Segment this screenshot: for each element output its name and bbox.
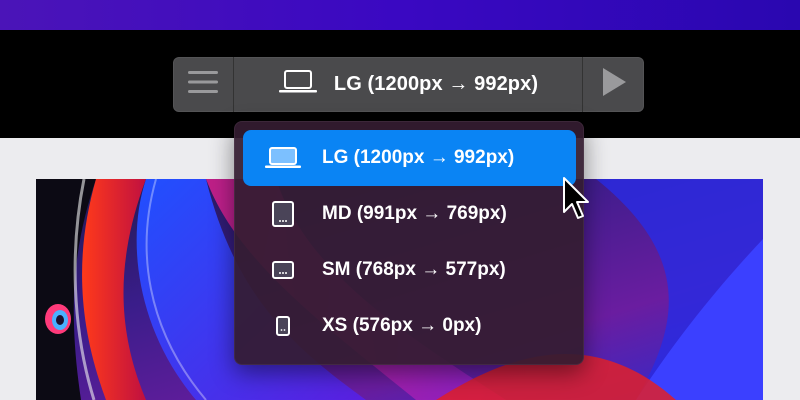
menu-button[interactable] bbox=[173, 57, 234, 112]
tablet-landscape-icon bbox=[243, 242, 323, 298]
dropdown-item-md[interactable]: MD (991px → 769px) bbox=[243, 186, 576, 242]
dropdown-item-xs[interactable]: XS (576px → 0px) bbox=[243, 298, 576, 354]
phone-icon bbox=[243, 298, 323, 354]
laptop-icon bbox=[243, 130, 323, 186]
dropdown-item-label: MD (991px → 769px) bbox=[322, 203, 507, 224]
dropdown-item-sm[interactable]: SM (768px → 577px) bbox=[243, 242, 576, 298]
tablet-portrait-icon bbox=[243, 186, 323, 242]
play-icon bbox=[601, 67, 627, 102]
laptop-icon bbox=[278, 69, 318, 100]
play-button[interactable] bbox=[583, 57, 644, 112]
responsive-toolbar: LG (1200px → 992px) bbox=[173, 57, 644, 112]
breakpoint-dropdown: LG (1200px → 992px) MD (991px → 769px) S… bbox=[234, 121, 584, 365]
dropdown-item-label: XS (576px → 0px) bbox=[322, 315, 482, 336]
dropdown-item-lg[interactable]: LG (1200px → 992px) bbox=[243, 130, 576, 186]
hamburger-menu-icon bbox=[187, 69, 219, 100]
top-accent-band bbox=[0, 0, 800, 30]
selected-breakpoint-label: LG (1200px → 992px) bbox=[333, 73, 539, 95]
dropdown-item-label: LG (1200px → 992px) bbox=[322, 147, 515, 168]
breakpoint-select[interactable]: LG (1200px → 992px) bbox=[234, 57, 583, 112]
dropdown-item-label: SM (768px → 577px) bbox=[322, 259, 506, 280]
